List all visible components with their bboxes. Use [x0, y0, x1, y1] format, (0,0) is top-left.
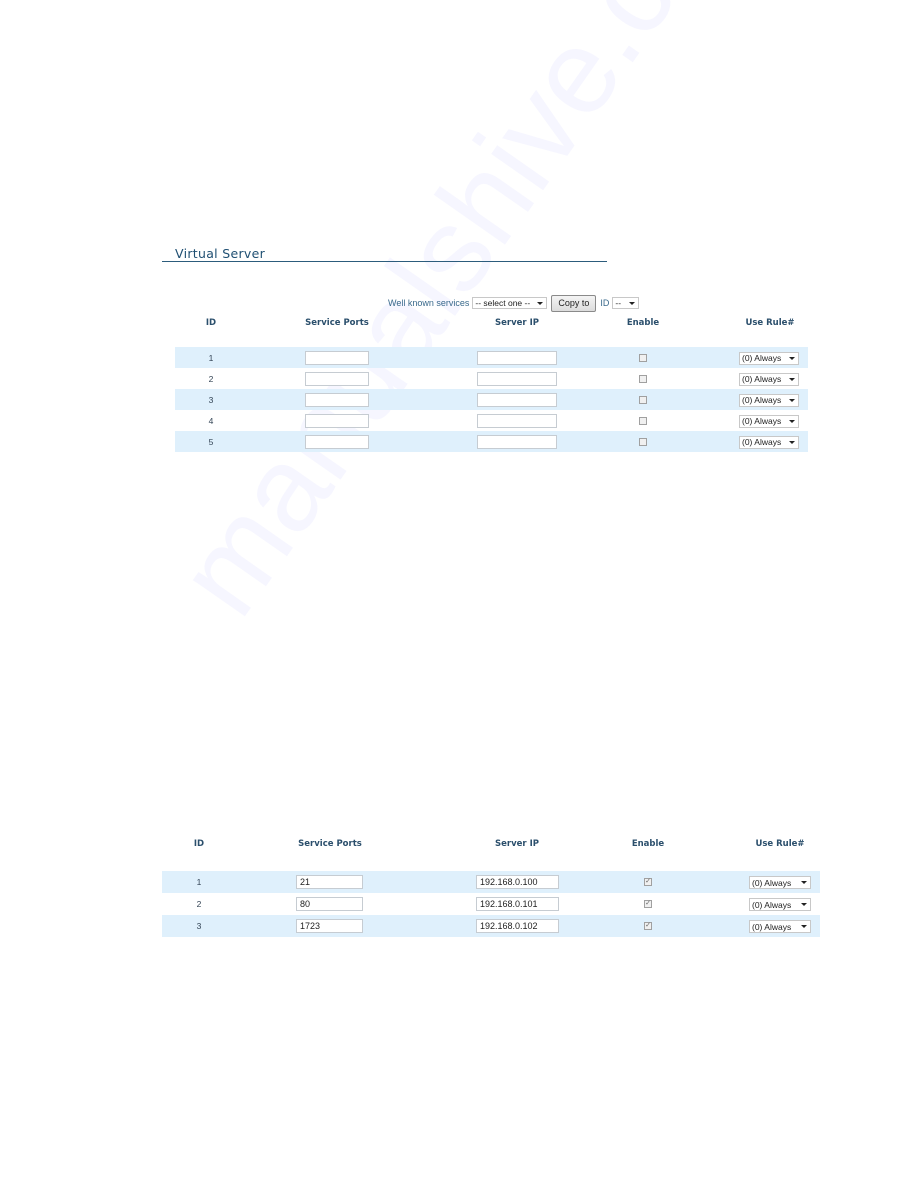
service-ports-input[interactable] [305, 392, 369, 407]
use-rule-select[interactable]: (0) Always [739, 351, 799, 365]
service-ports-input[interactable] [305, 350, 369, 365]
well-known-selected: -- select one -- [475, 298, 531, 308]
use-rule-select[interactable]: (0) Always [739, 435, 799, 449]
copy-to-button[interactable]: Copy to [551, 294, 597, 312]
chevron-down-icon [537, 301, 544, 305]
chevron-down-icon [789, 440, 795, 444]
use-rule-selected: (0) Always [742, 416, 782, 426]
header-use-rule: Use Rule# [745, 318, 795, 328]
chevron-down-icon [801, 925, 807, 928]
watermark: manualshive.com [151, 0, 797, 639]
row-id: 1 [196, 877, 202, 887]
server-ip-input[interactable]: 192.168.0.101 [476, 897, 559, 911]
title-divider [162, 261, 607, 262]
enable-checkbox[interactable] [639, 374, 647, 383]
header-service-ports: Service Ports [298, 839, 362, 849]
chevron-down-icon [801, 881, 807, 884]
well-known-services-select[interactable]: -- select one -- [472, 297, 548, 309]
enable-checkbox[interactable] [639, 395, 647, 404]
use-rule-selected: (0) Always [742, 395, 782, 405]
row-id: 4 [208, 415, 214, 426]
use-rule-select[interactable]: (0) Always [739, 414, 799, 428]
use-rule-selected: (0) Always [742, 437, 782, 447]
server-ip-input[interactable] [477, 350, 557, 365]
use-rule-selected: (0) Always [752, 877, 792, 888]
server-ip-input[interactable]: 192.168.0.100 [476, 875, 559, 889]
row-id: 1 [208, 352, 214, 363]
use-rule-selected: (0) Always [752, 921, 792, 932]
chevron-down-icon [789, 356, 795, 360]
well-known-toolbar: Well known services -- select one -- Cop… [388, 294, 640, 312]
service-ports-input[interactable] [305, 434, 369, 449]
chevron-down-icon [629, 301, 636, 305]
chevron-down-icon [789, 377, 795, 381]
enable-checkbox[interactable] [639, 353, 647, 362]
use-rule-select[interactable]: (0) Always [739, 372, 799, 386]
header-server-ip: Server IP [495, 318, 539, 328]
server-ip-input[interactable]: 192.168.0.102 [476, 919, 559, 933]
service-ports-input[interactable]: 1723 [296, 919, 363, 933]
use-rule-selected: (0) Always [752, 899, 792, 910]
server-ip-input[interactable] [477, 371, 557, 386]
header-service-ports: Service Ports [305, 318, 369, 328]
header-enable: Enable [626, 318, 660, 328]
service-ports-input[interactable]: 80 [296, 897, 363, 911]
use-rule-select[interactable]: (0) Always [749, 876, 811, 889]
row-id: 5 [208, 436, 214, 447]
well-known-label: Well known services [388, 298, 470, 308]
enable-checkbox[interactable] [639, 416, 647, 425]
header-enable: Enable [631, 839, 665, 849]
enable-checkbox[interactable] [639, 437, 647, 446]
row-id: 2 [208, 373, 214, 384]
row-id: 3 [208, 394, 214, 405]
header-server-ip: Server IP [495, 839, 539, 849]
use-rule-selected: (0) Always [742, 374, 782, 384]
header-use-rule: Use Rule# [755, 839, 805, 849]
use-rule-select[interactable]: (0) Always [749, 898, 811, 911]
server-ip-input[interactable] [477, 413, 557, 428]
enable-checkbox[interactable]: ✓ [644, 878, 652, 886]
chevron-down-icon [789, 398, 795, 402]
chevron-down-icon [801, 903, 807, 906]
use-rule-select[interactable]: (0) Always [749, 920, 811, 933]
copy-id-selected: -- [615, 298, 622, 308]
enable-checkbox[interactable]: ✓ [644, 900, 652, 908]
section-title: Virtual Server [175, 246, 266, 261]
id-label: ID [600, 298, 610, 308]
use-rule-select[interactable]: (0) Always [739, 393, 799, 407]
header-id: ID [193, 839, 205, 849]
copy-id-select[interactable]: -- [612, 297, 640, 309]
use-rule-selected: (0) Always [742, 353, 782, 363]
enable-checkbox[interactable]: ✓ [644, 922, 652, 930]
header-id: ID [205, 318, 217, 328]
chevron-down-icon [789, 419, 795, 423]
server-ip-input[interactable] [477, 392, 557, 407]
service-ports-input[interactable] [305, 371, 369, 386]
server-ip-input[interactable] [477, 434, 557, 449]
service-ports-input[interactable] [305, 413, 369, 428]
row-id: 3 [196, 921, 202, 931]
service-ports-input[interactable]: 21 [296, 875, 363, 889]
row-id: 2 [196, 899, 202, 909]
